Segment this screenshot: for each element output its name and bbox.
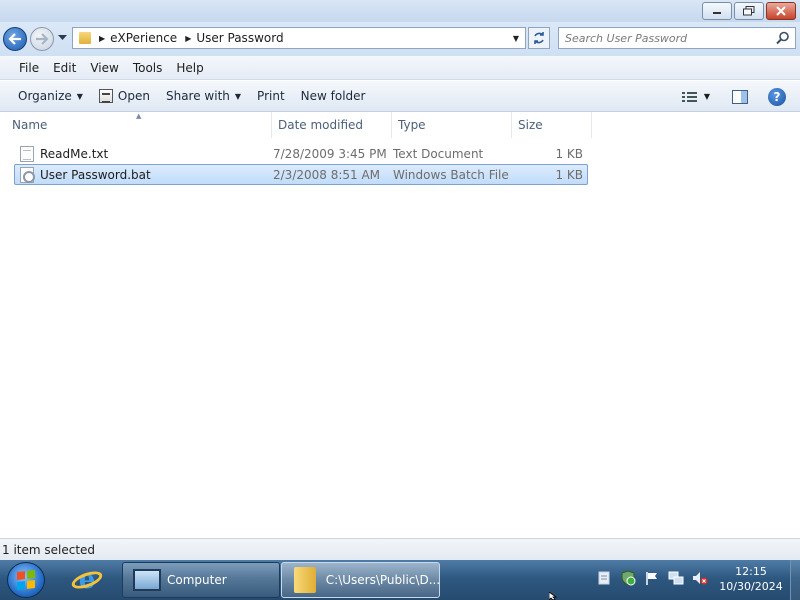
- search-input[interactable]: [559, 31, 764, 45]
- column-size[interactable]: Size: [512, 112, 592, 138]
- file-name-cell: ReadMe.txt: [15, 145, 273, 162]
- file-row-user-password[interactable]: User Password.bat 2/3/2008 8:51 AM Windo…: [14, 164, 588, 185]
- status-bar: 1 item selected: [0, 538, 800, 560]
- network-icon[interactable]: [668, 570, 684, 586]
- text-file-icon: [20, 145, 34, 162]
- folder-icon: [79, 32, 91, 44]
- file-type: Text Document: [393, 146, 484, 161]
- column-header: ▲ Name Date modified Type Size: [0, 112, 592, 138]
- minimize-button[interactable]: [702, 2, 732, 20]
- file-list: ▲ Name Date modified Type Size ReadMe.tx…: [0, 112, 800, 538]
- restore-icon: [743, 6, 755, 16]
- breadcrumb-separator-icon[interactable]: ▶: [99, 34, 105, 43]
- menu-help[interactable]: Help: [169, 61, 210, 75]
- forward-arrow-icon: [36, 33, 49, 45]
- system-tray: [596, 570, 708, 586]
- file-size: 1 KB: [555, 167, 583, 182]
- menu-tools[interactable]: Tools: [126, 61, 170, 75]
- file-name: User Password.bat: [40, 167, 151, 182]
- back-arrow-icon: [8, 33, 21, 45]
- taskbar-computer-button[interactable]: Computer: [122, 562, 280, 598]
- view-controls: ▼ ?: [681, 81, 800, 112]
- minimize-icon: [713, 12, 721, 14]
- open-icon: [98, 89, 113, 103]
- breadcrumb-user-password[interactable]: User Password: [196, 31, 283, 45]
- close-icon: [776, 6, 786, 16]
- windows-logo-icon: [17, 570, 35, 590]
- sort-ascending-icon: ▲: [136, 112, 142, 120]
- menu-file[interactable]: File: [12, 61, 46, 75]
- column-name-label: Name: [12, 118, 48, 132]
- navigation-bar: ▶ eXPerience ▶ User Password ▼: [0, 22, 800, 56]
- back-button[interactable]: [3, 27, 27, 51]
- print-button[interactable]: Print: [249, 84, 293, 108]
- document-icon[interactable]: [596, 570, 612, 586]
- column-name[interactable]: ▲ Name: [0, 112, 272, 138]
- security-shield-icon[interactable]: [620, 570, 636, 586]
- views-dropdown-icon[interactable]: ▼: [704, 92, 710, 101]
- menu-edit[interactable]: Edit: [46, 61, 83, 75]
- computer-icon: [133, 569, 161, 591]
- preview-pane-icon[interactable]: [732, 89, 748, 104]
- column-date-modified[interactable]: Date modified: [272, 112, 392, 138]
- file-name: ReadMe.txt: [40, 146, 109, 161]
- clock-time: 12:15: [735, 565, 767, 578]
- batch-file-icon: [20, 166, 35, 183]
- breadcrumb-experience[interactable]: eXPerience: [110, 31, 177, 45]
- internet-explorer-icon[interactable]: e: [69, 566, 105, 594]
- file-size: 1 KB: [555, 146, 583, 161]
- share-with-button[interactable]: Share with ▼: [158, 84, 249, 108]
- column-type-label: Type: [398, 118, 426, 132]
- column-date-label: Date modified: [278, 118, 364, 132]
- folder-icon: [294, 567, 316, 593]
- search-box[interactable]: [558, 27, 796, 49]
- file-row-readme[interactable]: ReadMe.txt 7/28/2009 3:45 PM Text Docume…: [14, 143, 588, 164]
- volume-muted-icon[interactable]: [692, 570, 708, 586]
- mouse-cursor-icon: [549, 592, 558, 600]
- new-folder-button[interactable]: New folder: [293, 84, 374, 108]
- show-desktop-button[interactable]: [790, 560, 800, 600]
- refresh-icon: [534, 32, 544, 44]
- address-bar[interactable]: ▶ eXPerience ▶ User Password ▼: [72, 27, 526, 49]
- recent-pages-icon[interactable]: [58, 35, 67, 41]
- search-icon[interactable]: [776, 31, 790, 45]
- command-bar: Organize ▼ Open Share with ▼ Print New f…: [0, 81, 800, 112]
- new-folder-label: New folder: [300, 89, 366, 103]
- clock-date: 10/30/2024: [719, 580, 783, 593]
- taskbar-explorer-label: C:\Users\Public\D...: [325, 573, 439, 587]
- address-dropdown-icon[interactable]: ▼: [513, 34, 519, 43]
- column-type[interactable]: Type: [392, 112, 512, 138]
- open-button[interactable]: Open: [91, 84, 158, 108]
- print-label: Print: [257, 89, 285, 103]
- taskbar-clock[interactable]: 12:15 10/30/2024: [714, 564, 788, 594]
- chevron-down-icon: ▼: [234, 91, 242, 101]
- close-button[interactable]: [766, 2, 796, 20]
- open-label: Open: [117, 89, 150, 103]
- taskbar-explorer-button[interactable]: C:\Users\Public\D...: [281, 562, 440, 598]
- column-size-label: Size: [518, 118, 543, 132]
- organize-label: Organize: [18, 89, 72, 103]
- start-button[interactable]: [7, 562, 45, 598]
- file-name-cell: User Password.bat: [15, 166, 273, 183]
- file-type: Windows Batch File: [393, 167, 509, 182]
- status-text: 1 item selected: [2, 542, 96, 557]
- window-controls: [702, 2, 796, 20]
- menu-view[interactable]: View: [83, 61, 125, 75]
- breadcrumb-separator-icon[interactable]: ▶: [185, 34, 191, 43]
- refresh-button[interactable]: [528, 27, 550, 49]
- share-with-label: Share with: [165, 89, 230, 103]
- file-date: 2/3/2008 8:51 AM: [273, 167, 381, 182]
- file-date: 7/28/2009 3:45 PM: [273, 146, 387, 161]
- action-center-flag-icon[interactable]: [644, 570, 660, 586]
- chevron-down-icon: ▼: [76, 91, 83, 101]
- maximize-button[interactable]: [734, 2, 764, 20]
- forward-button[interactable]: [30, 27, 54, 51]
- menu-bar: File Edit View Tools Help: [0, 56, 800, 80]
- taskbar-computer-label: Computer: [167, 573, 227, 587]
- organize-button[interactable]: Organize ▼: [10, 84, 91, 108]
- help-icon[interactable]: ?: [768, 87, 786, 106]
- taskbar: e Computer C:\Users\Public\D... 12:15 10…: [0, 560, 800, 600]
- views-icon[interactable]: [681, 91, 698, 103]
- title-bar: [0, 0, 800, 22]
